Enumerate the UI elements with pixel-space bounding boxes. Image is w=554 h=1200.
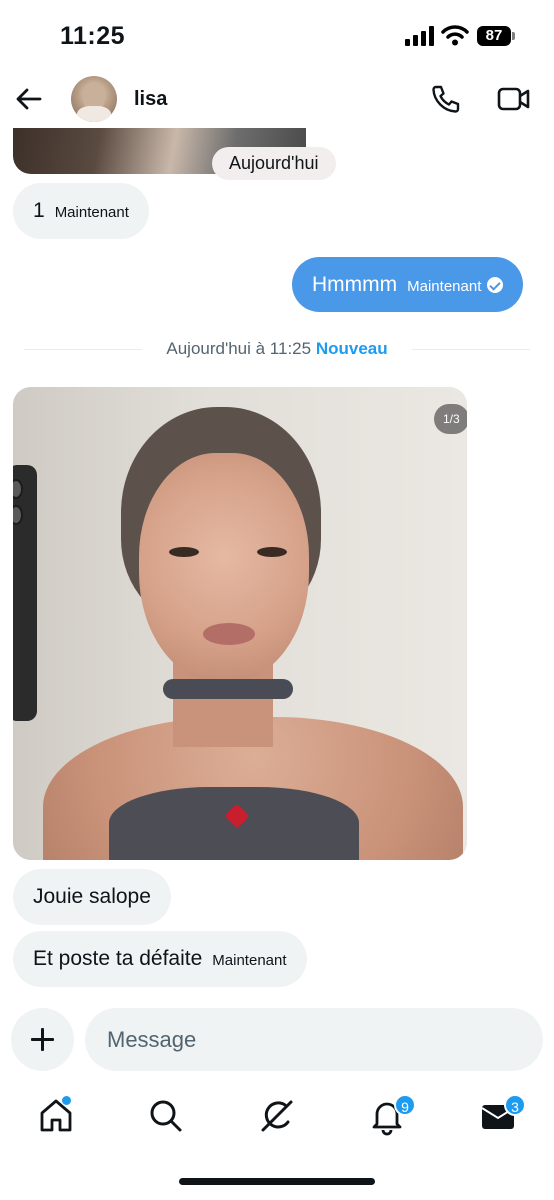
home-indicator (179, 1178, 375, 1185)
message-bubble-incoming[interactable]: 1 Maintenant (13, 183, 149, 239)
message-timestamp: Maintenant (407, 278, 482, 295)
battery-icon: 87 (477, 26, 517, 46)
image-message[interactable]: 1/3 (13, 387, 467, 860)
message-text: Hmmmm (312, 273, 398, 296)
message-text: Jouie salope (33, 885, 151, 908)
back-arrow-icon[interactable] (14, 84, 44, 114)
avatar[interactable] (71, 76, 117, 122)
date-chip: Aujourd'hui (212, 147, 336, 180)
message-bubble-incoming[interactable]: Jouie salope (13, 869, 171, 925)
message-timestamp: Maintenant (54, 204, 129, 221)
new-messages-divider: Aujourd'hui à 11:25 Nouveau (0, 336, 554, 362)
status-time: 11:25 (60, 22, 126, 50)
read-check-icon (487, 277, 504, 293)
notifications-badge: 9 (394, 1094, 416, 1116)
message-text: 1 (33, 199, 45, 222)
wifi-icon (441, 25, 469, 46)
message-bubble-incoming[interactable]: Et poste ta défaite Maintenant (13, 931, 307, 987)
image-counter: 1/3 (434, 404, 467, 434)
video-call-icon[interactable] (497, 84, 531, 114)
message-list[interactable]: Aujourd'hui 1 Maintenant Hmmmm Maintenant … (0, 128, 554, 998)
message-composer (0, 1005, 554, 1075)
message-text: Et poste ta défaite (33, 947, 203, 970)
message-bubble-outgoing[interactable]: Hmmmm Maintenant (292, 257, 524, 312)
message-timestamp: Maintenant (212, 952, 287, 969)
new-label: Nouveau (315, 339, 388, 358)
search-icon[interactable] (146, 1096, 186, 1136)
contact-name[interactable]: lisa (134, 88, 167, 111)
conversation-header: lisa (0, 70, 554, 128)
cellular-signal-icon (405, 26, 434, 46)
grok-icon[interactable] (257, 1096, 297, 1136)
home-unread-dot (62, 1096, 71, 1105)
status-bar: 11:25 87 (0, 0, 554, 70)
message-input[interactable] (85, 1008, 543, 1071)
add-media-button[interactable] (11, 1008, 74, 1071)
messages-badge: 3 (504, 1094, 526, 1116)
bottom-tab-bar: 9 3 (0, 1090, 554, 1150)
divider-label: Aujourd'hui à 11:25 (166, 339, 312, 358)
phone-call-icon[interactable] (430, 83, 462, 115)
battery-level: 87 (477, 26, 511, 46)
